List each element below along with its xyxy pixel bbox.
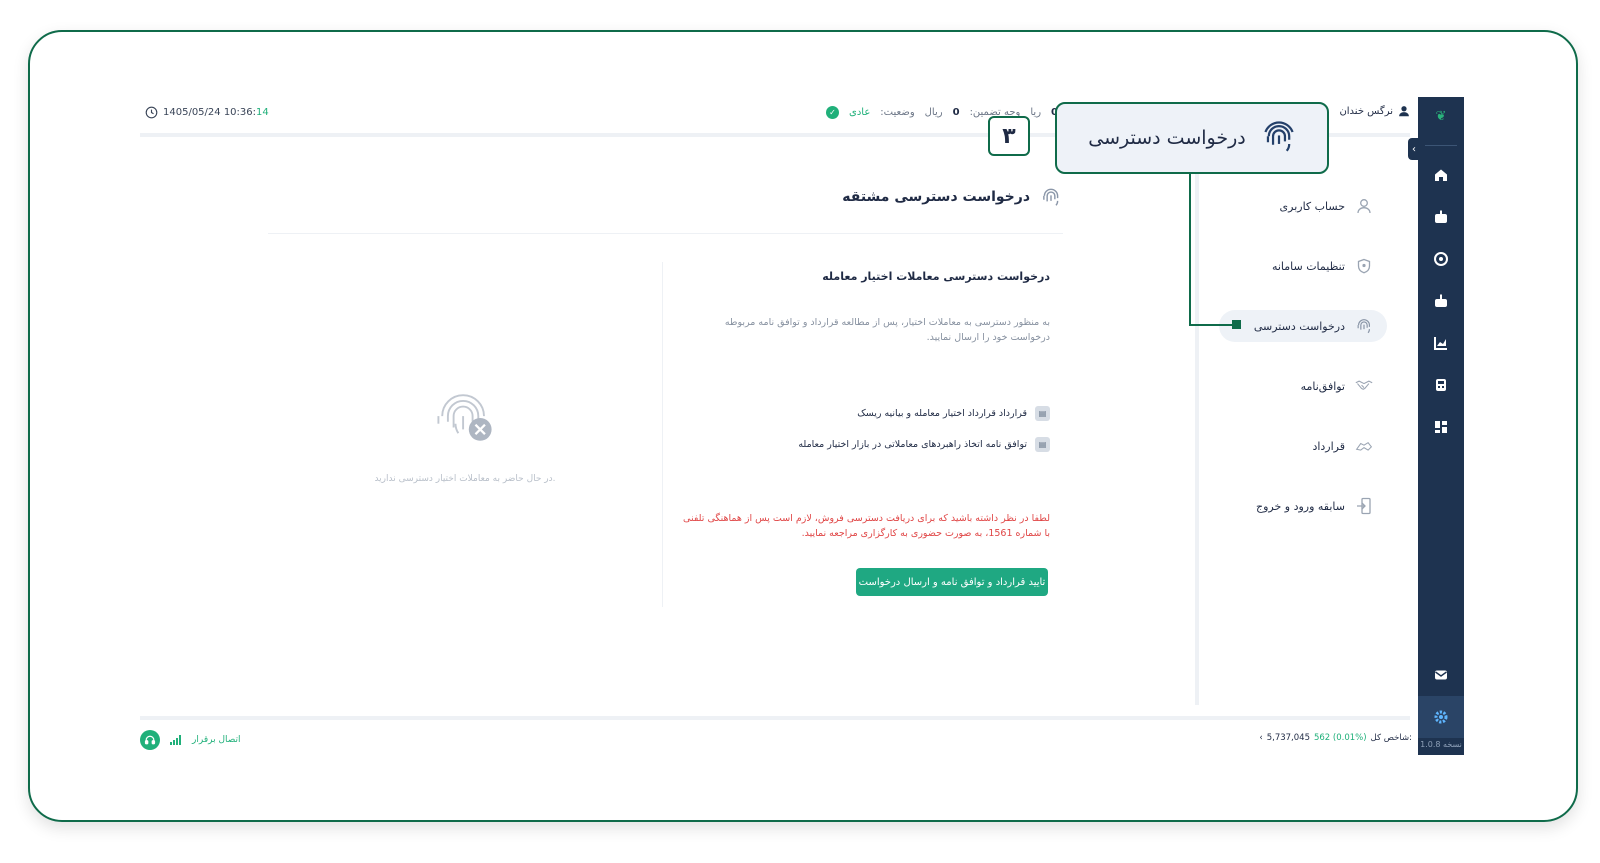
document-link-agreement[interactable]: توافق نامه اتخاذ راهبردهای معاملاتی در ب…	[740, 437, 1050, 452]
clock: 1405/05/24 10:36:14	[145, 106, 269, 119]
handshake-icon	[1355, 377, 1373, 395]
leaf-logo-icon: ❦	[1435, 109, 1447, 124]
sidebar-item-contract[interactable]: قرارداد	[1219, 430, 1387, 462]
chevron-left-icon[interactable]: ‹	[1259, 733, 1262, 743]
home-icon[interactable]	[1418, 154, 1464, 196]
chart-icon[interactable]	[1418, 322, 1464, 364]
sidebar-item-label: درخواست دسترسی	[1253, 319, 1345, 333]
column-divider	[662, 262, 663, 607]
portfolio-icon[interactable]	[1418, 280, 1464, 322]
sidebar-item-label: قرارداد	[1312, 439, 1345, 453]
rail-divider	[1425, 145, 1457, 146]
document-label: قرارداد قرارداد اختیار معامله و بیانیه ر…	[857, 408, 1027, 419]
index-change: 562 (0.01%)	[1313, 733, 1367, 743]
calculator-icon[interactable]	[1418, 364, 1464, 406]
fingerprint-denied-icon	[437, 394, 492, 441]
dashboard-icon[interactable]	[1418, 406, 1464, 448]
user-name: نرگس خندان	[1339, 105, 1393, 117]
balance-unit: ریا	[1030, 107, 1042, 118]
empty-state: در حال حاضر به معاملات اختیار دسترسی ندا…	[360, 380, 570, 484]
document-icon: ▤	[1035, 437, 1050, 452]
check-icon: ✓	[826, 106, 839, 119]
sidebar-item-access-request[interactable]: درخواست دسترسی	[1219, 310, 1387, 342]
document-link-contract[interactable]: قرارداد قرارداد اختیار معامله و بیانیه ر…	[740, 406, 1050, 421]
agreement-icon	[1355, 437, 1373, 455]
signal-icon	[170, 735, 181, 745]
gear-icon[interactable]	[1418, 696, 1464, 738]
page-title-text: درخواست دسترسی مشتقه	[842, 189, 1030, 205]
card-title: درخواست دسترسی معاملات اختیار معامله	[822, 270, 1050, 283]
icon-rail: ❦ نسخه 1.0.8	[1418, 97, 1464, 755]
callout-connector	[1189, 174, 1191, 326]
user-icon	[1399, 106, 1409, 117]
guarantee-unit: ریال	[924, 107, 943, 118]
connection-status: اتصال برقرار	[140, 730, 241, 750]
sidebar-item-user-account[interactable]: حساب کاربری	[1219, 190, 1387, 222]
sidebar-item-label: توافق‌نامه	[1300, 379, 1345, 393]
clock-date: 1405/05/24 10:36:	[163, 107, 257, 118]
user-icon	[1355, 197, 1373, 215]
sidebar-item-label: سابقه ورود و خروج	[1255, 499, 1345, 513]
step-number-badge: ۳	[988, 116, 1030, 156]
guarantee-amount: 0	[952, 107, 960, 118]
footer-divider	[140, 716, 1410, 720]
shield-icon	[1355, 257, 1373, 275]
settings-sidebar: حساب کاربری تنظیمات سامانه درخواست دسترس…	[1195, 140, 1410, 705]
empty-state-text: در حال حاضر به معاملات اختیار دسترسی ندا…	[374, 474, 556, 484]
chevron-left-icon: ‹	[1412, 143, 1416, 155]
wallet-icon[interactable]	[1418, 196, 1464, 238]
app-version: نسخه 1.0.8	[1420, 740, 1462, 749]
card-description: به منظور دسترسی به معاملات اختیار، پس از…	[724, 317, 1050, 343]
tutorial-callout: درخواست دسترسی	[1055, 102, 1329, 174]
confirm-request-button[interactable]: تایید قرارداد و توافق نامه و ارسال درخوا…	[856, 568, 1048, 596]
sidebar-item-agreement[interactable]: توافق‌نامه	[1219, 370, 1387, 402]
callout-connector	[1189, 324, 1233, 326]
sidebar-item-label: حساب کاربری	[1279, 199, 1345, 213]
target-icon[interactable]	[1418, 238, 1464, 280]
callout-pointer	[1232, 320, 1241, 329]
document-icon: ▤	[1035, 406, 1050, 421]
warning-message: لطفا در نظر داشته باشید که برای دریافت د…	[683, 513, 1050, 539]
fingerprint-icon	[1043, 188, 1059, 206]
logout-icon	[1355, 497, 1373, 515]
status-value: عادی	[849, 107, 871, 118]
sidebar-item-login-history[interactable]: سابقه ورود و خروج	[1219, 490, 1387, 522]
headset-icon[interactable]	[140, 730, 160, 750]
status-label: وضعیت:	[880, 107, 915, 118]
page-title: درخواست دسترسی مشتقه	[830, 186, 1062, 208]
callout-label: درخواست دسترسی	[1088, 127, 1246, 149]
fingerprint-icon	[1264, 121, 1294, 152]
clock-icon	[145, 106, 158, 119]
connection-text: اتصال برقرار	[192, 735, 241, 745]
user-menu[interactable]: نرگس خندان	[1339, 105, 1410, 117]
index-value: 5,737,045	[1266, 733, 1310, 743]
index-label: شاخص کل:	[1370, 733, 1412, 743]
document-label: توافق نامه اتخاذ راهبردهای معاملاتی در ب…	[798, 439, 1027, 450]
mail-icon[interactable]	[1418, 654, 1464, 696]
title-divider	[268, 233, 1063, 234]
sidebar-item-label: تنظیمات سامانه	[1271, 259, 1345, 273]
sidebar-item-system-settings[interactable]: تنظیمات سامانه	[1219, 250, 1387, 282]
fingerprint-icon	[1355, 317, 1373, 335]
market-index: ‹ 5,737,045 562 (0.01%) شاخص کل:	[1259, 733, 1412, 743]
clock-seconds: 14	[256, 107, 269, 118]
